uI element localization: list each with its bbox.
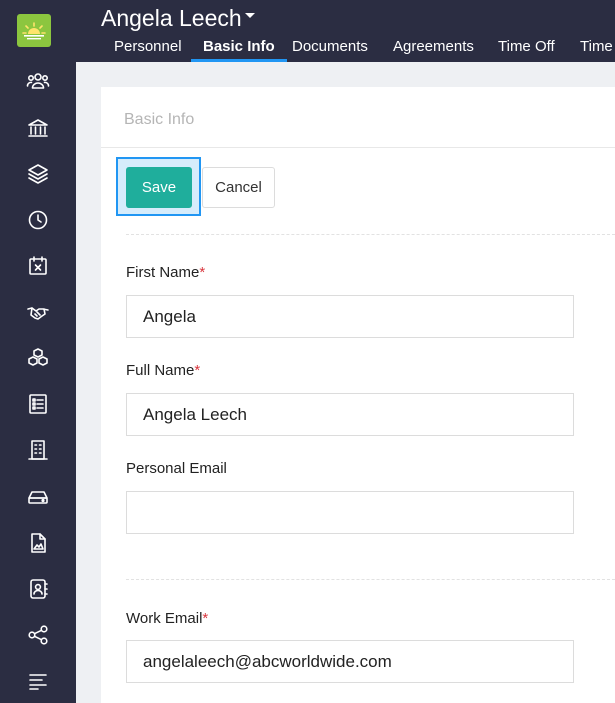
- personal-email-label: Personal Email: [126, 460, 227, 477]
- tab-basic-info[interactable]: Basic Info: [191, 38, 287, 62]
- cubes-icon[interactable]: [24, 344, 52, 372]
- sidebar: [0, 0, 76, 703]
- main-content: Basic Info Save Cancel First Name* Full …: [76, 62, 615, 703]
- divider: [126, 579, 615, 580]
- bank-icon[interactable]: [24, 114, 52, 142]
- handshake-icon[interactable]: [24, 298, 52, 326]
- tab-documents[interactable]: Documents: [292, 38, 368, 62]
- caret-down-icon: [244, 13, 255, 19]
- divider: [101, 147, 615, 148]
- tab-personnel[interactable]: Personnel: [114, 38, 182, 62]
- clock-icon[interactable]: [24, 206, 52, 234]
- card-title: Basic Info: [124, 111, 195, 128]
- share-icon[interactable]: [24, 621, 52, 649]
- basic-info-card: Basic Info Save Cancel First Name* Full …: [101, 87, 615, 703]
- drive-icon[interactable]: [24, 483, 52, 511]
- sunrise-logo-icon[interactable]: [17, 14, 51, 47]
- work-email-field[interactable]: [126, 640, 574, 683]
- required-mark: *: [202, 610, 209, 627]
- divider: [126, 234, 615, 235]
- contact-book-icon[interactable]: [24, 575, 52, 603]
- save-button[interactable]: Save: [126, 167, 192, 208]
- person-name: Angela Leech: [101, 5, 242, 31]
- work-email-label: Work Email*: [126, 610, 209, 627]
- users-icon[interactable]: [24, 67, 52, 95]
- required-mark: *: [194, 362, 201, 379]
- top-header: Angela Leech Personnel Basic Info Docume…: [76, 0, 615, 62]
- person-selector[interactable]: Angela Leech: [101, 5, 255, 32]
- first-name-field[interactable]: [126, 295, 574, 338]
- checklist-icon[interactable]: [24, 390, 52, 418]
- tab-agreements[interactable]: Agreements: [393, 38, 474, 62]
- file-image-icon[interactable]: [24, 529, 52, 557]
- required-mark: *: [199, 264, 206, 281]
- personal-email-field[interactable]: [126, 491, 574, 534]
- full-name-field[interactable]: [126, 393, 574, 436]
- tab-time[interactable]: Time: [580, 38, 613, 62]
- tab-time-off[interactable]: Time Off: [498, 38, 555, 62]
- menu-icon[interactable]: [24, 667, 52, 695]
- first-name-label: First Name*: [126, 264, 206, 281]
- cancel-button[interactable]: Cancel: [202, 167, 275, 208]
- full-name-label: Full Name*: [126, 362, 201, 379]
- calendar-x-icon[interactable]: [24, 252, 52, 280]
- layers-icon[interactable]: [24, 160, 52, 188]
- building-icon[interactable]: [24, 436, 52, 464]
